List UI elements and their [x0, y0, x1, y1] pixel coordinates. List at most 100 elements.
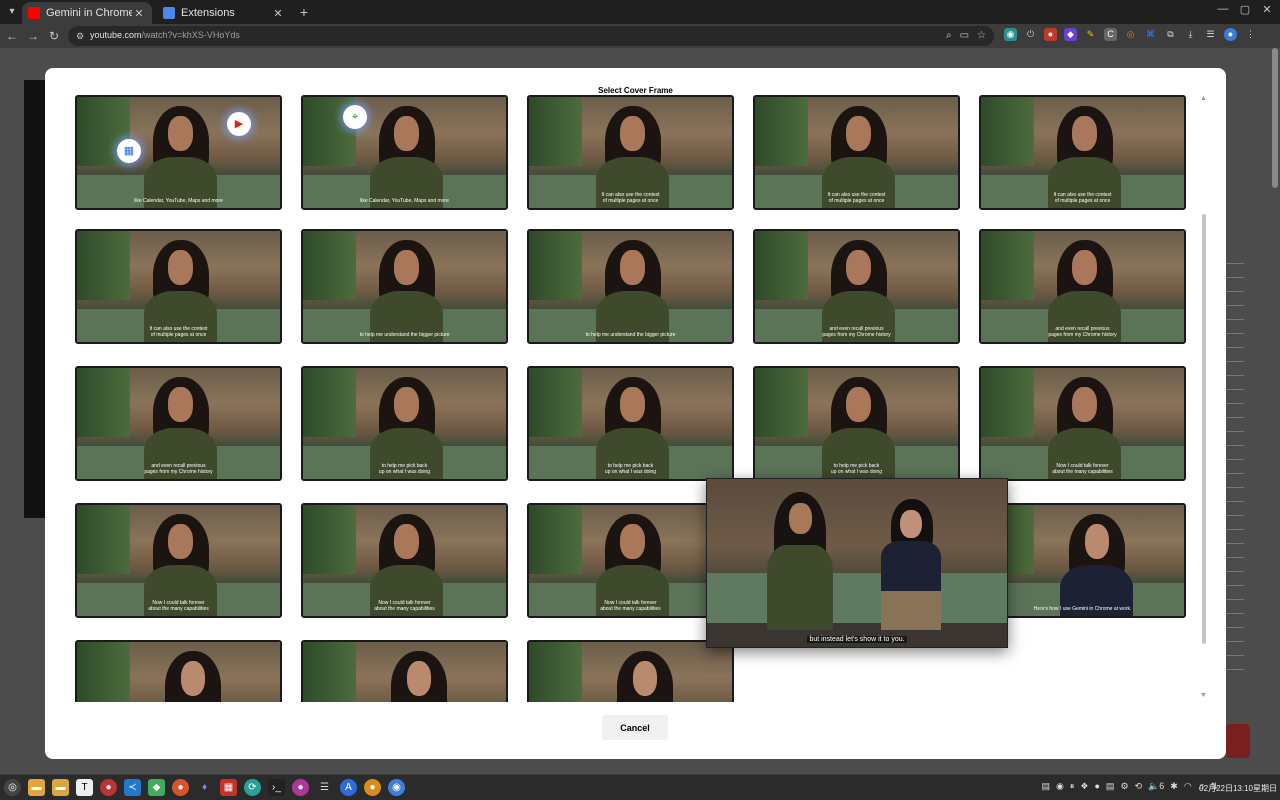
cover-frame-thumbnail[interactable]: to help me pick back up on what I was do… — [753, 366, 960, 481]
app-store-icon[interactable]: A — [340, 779, 357, 796]
terminal-icon[interactable]: ›_ — [268, 779, 285, 796]
app-icon[interactable]: ● — [1094, 781, 1099, 792]
close-icon[interactable]: ✕ — [132, 7, 146, 20]
bluetooth-icon[interactable]: ✱ — [1170, 781, 1178, 792]
settings-icon[interactable]: ⚙ — [1120, 781, 1128, 792]
cover-frame-thumbnail[interactable]: to help me pick back up on what I was do… — [527, 366, 734, 481]
tab-title: Extensions — [181, 7, 235, 19]
extension-icon[interactable]: ◎ — [1124, 28, 1137, 41]
start-menu-icon[interactable]: ◎ — [4, 779, 21, 796]
app-icon[interactable]: ● — [292, 779, 309, 796]
menu-icon[interactable]: ⋮ — [1244, 28, 1257, 41]
cover-frame-thumbnail[interactable] — [75, 640, 282, 702]
scroll-down-icon[interactable]: ▼ — [1200, 692, 1207, 699]
bookmark-star-icon[interactable]: ☆ — [977, 30, 986, 41]
cover-frame-thumbnail[interactable]: to help me pick back up on what I was do… — [301, 366, 508, 481]
sync-icon[interactable]: ⟲ — [1135, 781, 1143, 792]
cover-frame-thumbnail[interactable]: Here's how I use Gemini in Chrome at wor… — [979, 503, 1186, 618]
frame-caption: It can also use the context of multiple … — [827, 192, 886, 204]
youtube-icon: ▶ — [227, 112, 251, 136]
tab-extensions[interactable]: Extensions ✕ — [157, 2, 291, 24]
cover-frame-thumbnail[interactable]: It can also use the context of multiple … — [527, 95, 734, 210]
reading-list-icon[interactable]: ☰ — [1204, 28, 1217, 41]
puzzle-icon[interactable]: ⧉ — [1164, 28, 1177, 41]
close-window-icon[interactable]: ✕ — [1260, 3, 1274, 16]
cover-frame-thumbnail[interactable] — [527, 640, 734, 702]
youtube-icon — [28, 7, 40, 19]
app-icon[interactable]: ◆ — [148, 779, 165, 796]
app-icon[interactable]: ● — [364, 779, 381, 796]
profile-avatar-icon[interactable]: ● — [1224, 28, 1237, 41]
tab-gemini-video[interactable]: Gemini in Chrome, your A ✕ — [22, 2, 152, 24]
folder-icon[interactable]: ▬ — [28, 779, 45, 796]
cover-frame-thumbnail[interactable]: like Calendar, YouTube, Maps and more ⌖ — [301, 95, 508, 210]
frame-grid-scrollbar[interactable] — [1202, 214, 1206, 644]
chrome-icon[interactable]: ◉ — [1056, 781, 1064, 792]
page-scrollbar[interactable] — [1272, 48, 1278, 188]
app-icon[interactable]: ▦ — [220, 779, 237, 796]
cover-frame-thumbnail[interactable]: and even recall previous pages from my C… — [75, 366, 282, 481]
cover-frame-dialog: Select Cover Frame like Calendar, YouTub… — [45, 68, 1226, 759]
frame-caption: and even recall previous pages from my C… — [822, 326, 891, 338]
extension-badge-icon[interactable]: ● — [1044, 28, 1057, 41]
extension-c-icon[interactable]: C — [1104, 28, 1117, 41]
files-icon[interactable]: ▬ — [52, 779, 69, 796]
frame-caption: to help me pick back up on what I was do… — [378, 463, 431, 475]
scroll-up-icon[interactable]: ▲ — [1200, 95, 1207, 102]
cover-frame-thumbnail[interactable] — [301, 640, 508, 702]
frame-caption: to help me pick back up on what I was do… — [604, 463, 657, 475]
wifi-icon[interactable]: ◠ — [1184, 781, 1192, 792]
list-icon[interactable]: ☰ — [316, 779, 333, 796]
cover-frame-thumbnail[interactable]: Now I could talk forever about the many … — [527, 503, 734, 618]
cover-frame-thumbnail[interactable]: to help me understand the bigger picture — [527, 229, 734, 344]
cover-frame-thumbnail[interactable]: and even recall previous pages from my C… — [979, 229, 1186, 344]
cover-frame-thumbnail[interactable]: It can also use the context of multiple … — [75, 229, 282, 344]
power-icon[interactable]: ⏻ — [1024, 28, 1037, 41]
cover-frame-thumbnail[interactable]: It can also use the context of multiple … — [979, 95, 1186, 210]
app-icon[interactable]: ♦ — [196, 779, 213, 796]
app-icon[interactable]: ● — [172, 779, 189, 796]
app-icon[interactable]: ⟳ — [244, 779, 261, 796]
os-taskbar: ◎ ▬ ▬ T ● ≺ ◆ ● ♦ ▦ ⟳ ›_ ● ☰ A ● ◉ ▤ ◉ ⏸… — [0, 774, 1280, 800]
url-text[interactable]: youtube.com/watch?v=khXS-VHoYds — [90, 30, 240, 40]
zoom-icon[interactable]: ⌕ — [946, 30, 952, 41]
chrome-icon[interactable]: ◉ — [388, 779, 405, 796]
clipboard-icon[interactable]: ▤ — [1106, 781, 1115, 792]
minimize-icon[interactable]: — — [1216, 3, 1230, 16]
reload-icon[interactable]: ↻ — [46, 28, 62, 44]
cover-frame-thumbnail[interactable]: Now I could talk forever about the many … — [75, 503, 282, 618]
cover-frame-thumbnail[interactable]: Now I could talk forever about the many … — [979, 366, 1186, 481]
pen-icon[interactable]: ✎ — [1084, 28, 1097, 41]
new-tab-button[interactable]: + — [296, 4, 312, 20]
dialog-title: Select Cover Frame — [598, 86, 673, 95]
address-bar[interactable]: ⚙ youtube.com/watch?v=khXS-VHoYds ⌕ ▭ ☆ — [68, 26, 994, 46]
vscode-icon[interactable]: ≺ — [124, 779, 141, 796]
site-info-icon[interactable]: ⚙ — [76, 30, 88, 42]
cover-frame-thumbnail[interactable]: Now I could talk forever about the many … — [301, 503, 508, 618]
cover-frame-thumbnail[interactable]: to help me understand the bigger picture — [301, 229, 508, 344]
clock[interactable]: 02月22日13:10星期日 — [1199, 783, 1277, 794]
taskbar-apps: ◎ ▬ ▬ T ● ≺ ◆ ● ♦ ▦ ⟳ ›_ ● ☰ A ● ◉ — [4, 779, 405, 796]
extension-icon[interactable]: ◆ — [1064, 28, 1077, 41]
cover-frame-thumbnail[interactable]: and even recall previous pages from my C… — [753, 229, 960, 344]
forward-icon[interactable]: → — [25, 28, 41, 44]
clipboard-icon[interactable]: ▤ — [1042, 781, 1051, 792]
close-icon[interactable]: ✕ — [271, 7, 285, 20]
cover-frame-thumbnail[interactable]: like Calendar, YouTube, Maps and more ▦ ▶ — [75, 95, 282, 210]
extension-icon[interactable]: ◉ — [1004, 28, 1017, 41]
cancel-button[interactable]: Cancel — [602, 715, 668, 740]
pause-icon[interactable]: ⏸ — [1070, 781, 1075, 792]
back-icon[interactable]: ← — [4, 28, 20, 44]
dropbox-icon[interactable]: ❖ — [1080, 781, 1088, 792]
volume-icon[interactable]: 🔈6 — [1148, 781, 1164, 792]
install-icon[interactable]: ▭ — [960, 30, 969, 41]
maximize-icon[interactable]: ▢ — [1238, 3, 1252, 16]
cover-frame-thumbnail[interactable]: It can also use the context of multiple … — [753, 95, 960, 210]
extension-icon[interactable]: ⌘ — [1144, 28, 1157, 41]
download-icon[interactable]: ⤓ — [1184, 28, 1197, 41]
browser-toolbar: ← → ↻ ⚙ youtube.com/watch?v=khXS-VHoYds … — [0, 24, 1280, 48]
frame-caption: It can also use the context of multiple … — [601, 192, 660, 204]
tab-search-button[interactable]: ▾ — [4, 4, 20, 20]
typora-icon[interactable]: T — [76, 779, 93, 796]
app-icon[interactable]: ● — [100, 779, 117, 796]
